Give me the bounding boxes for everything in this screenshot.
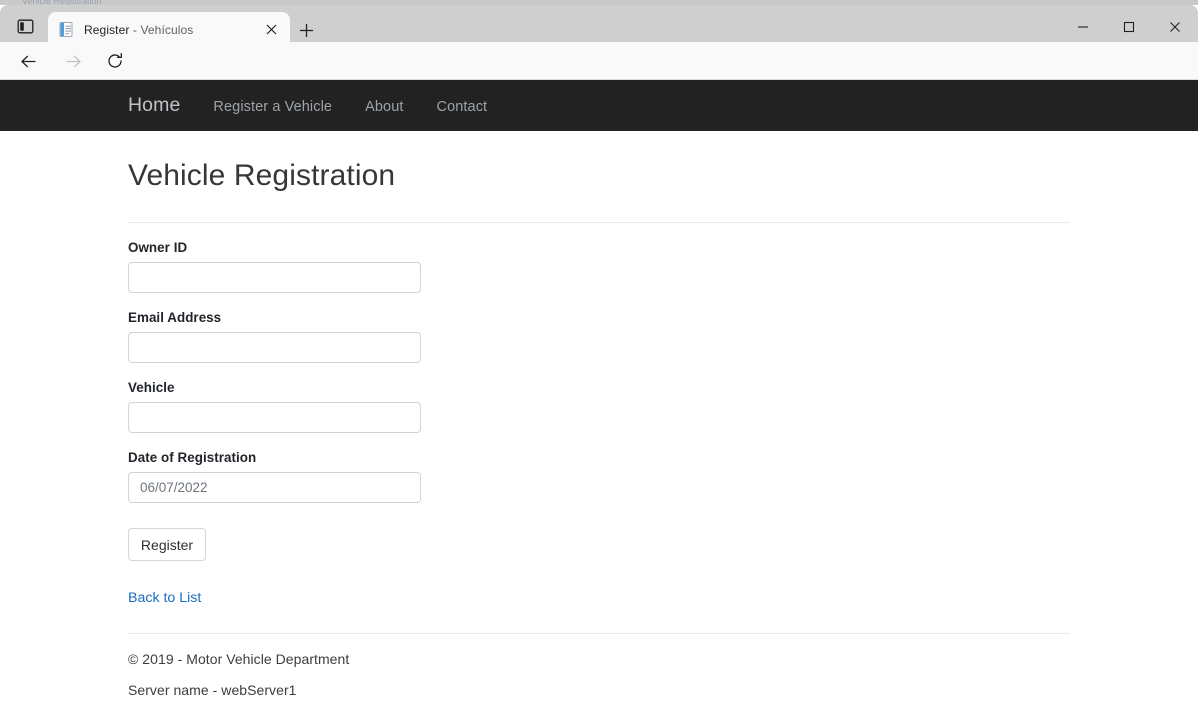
back-link-row: Back to List [128,589,1070,607]
page-container: Vehicle Registration Owner ID Email Addr… [128,131,1070,698]
navbar-links: Register a Vehicle About Contact [213,97,487,115]
forward-arrow-icon [57,45,89,77]
tab-title-main: Register [84,22,130,37]
label-vehicle: Vehicle [128,380,175,395]
reload-icon[interactable] [99,45,131,77]
tab-title-separator: - [129,22,141,37]
date-of-registration-input[interactable] [128,472,421,503]
label-owner-id: Owner ID [128,240,188,255]
footer-copyright: © 2019 - Motor Vehicle Department [128,651,350,667]
footer-server-name: Server name - webServer1 [128,682,297,698]
owner-id-input[interactable] [128,262,421,293]
navbar-brand-home[interactable]: Home [128,94,180,117]
label-email-address: Email Address [128,310,222,325]
browser-titlebar: Register - Vehículos [0,5,1198,47]
browser-window: Vehicle Registration Register - Vehículo… [0,0,1198,726]
nav-link-register-a-vehicle[interactable]: Register a Vehicle [213,99,332,115]
window-close-button[interactable] [1152,10,1198,43]
new-tab-button[interactable] [294,18,318,42]
nav-link-about[interactable]: About [365,99,403,115]
back-arrow-icon[interactable] [12,45,44,77]
page-viewport: Home Register a Vehicle About Contact Ve… [0,80,1198,726]
label-date-of-registration: Date of Registration [128,450,257,465]
tab-search-icon[interactable] [12,15,38,37]
window-maximize-button[interactable] [1106,10,1152,43]
tab-close-icon[interactable] [260,19,282,41]
document-page-icon [58,21,75,38]
form-group-owner-id: Owner ID [128,240,1070,293]
vehicle-input[interactable] [128,402,421,433]
form-group-date-of-registration: Date of Registration [128,450,1070,503]
nav-link-contact[interactable]: Contact [437,99,488,115]
footer-divider [128,633,1070,634]
page-title: Vehicle Registration [128,159,396,192]
browser-toolbar: https://vehicle-9449-c5hkdvgsarfndkd0.z0… [0,42,1198,120]
tab-title-sub: Vehículos [140,22,194,37]
email-address-input[interactable] [128,332,421,363]
register-button[interactable]: Register [128,528,206,561]
heading-divider [128,222,1070,223]
tab-title: Register - Vehículos [84,23,260,37]
form-group-vehicle: Vehicle [128,380,1070,433]
back-to-list-link[interactable]: Back to List [128,590,201,606]
form-group-email-address: Email Address [128,310,1070,363]
site-navbar: Home Register a Vehicle About Contact [0,80,1198,131]
window-minimize-button[interactable] [1060,10,1106,43]
